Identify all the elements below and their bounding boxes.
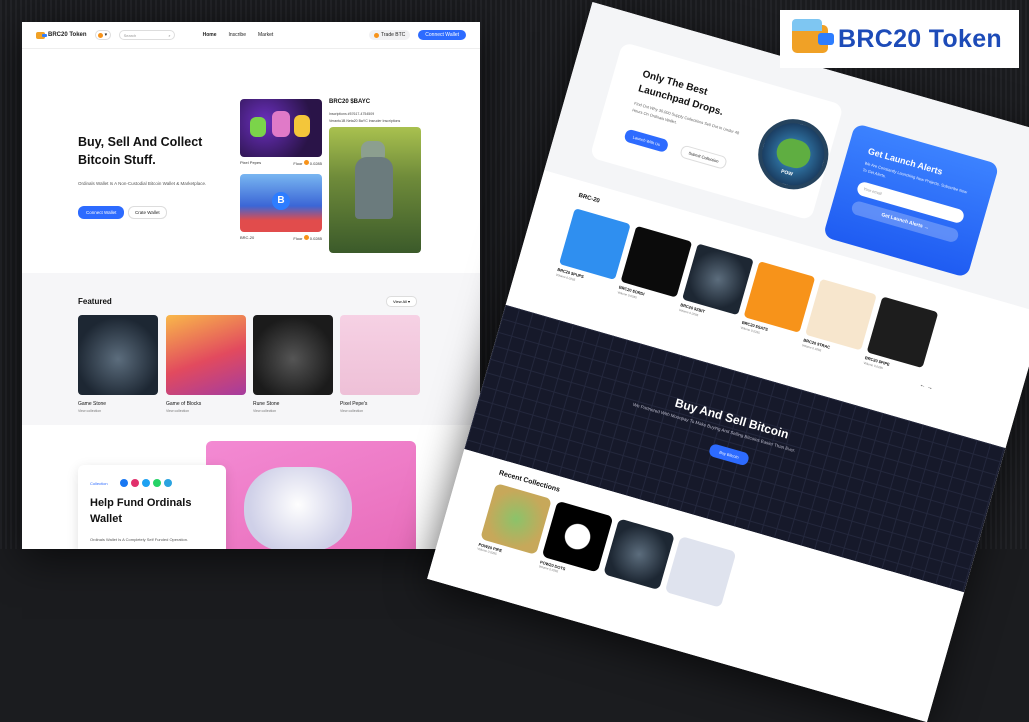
brc20-title: BRC-20 bbox=[577, 192, 601, 205]
featured-card[interactable]: Rune Stone View collection bbox=[253, 315, 333, 413]
arrow-right-icon: → bbox=[923, 224, 930, 232]
brc20-tile[interactable]: BRC20 $ORDI Volume 0.0285 bbox=[617, 225, 693, 310]
left-mockup-page: BRC20 Token ▾ Search ⌕ Home Inscribe Mark… bbox=[22, 22, 480, 549]
launch-alerts-card: Get Launch Alerts We Are Constantly Laun… bbox=[822, 123, 1000, 278]
search-icon: ⌕ bbox=[168, 32, 171, 38]
fund-title: Help Fund Ordinals Wallet bbox=[90, 497, 192, 525]
card-image bbox=[78, 315, 158, 395]
brc20-tile[interactable]: BRC20 $PIPE Volume 0.0285 bbox=[863, 296, 939, 380]
coin-label: POW bbox=[780, 168, 794, 178]
featured-card[interactable]: Game of Blocks View collection bbox=[166, 315, 246, 413]
card-sub[interactable]: View collection bbox=[78, 409, 158, 413]
facebook-icon[interactable] bbox=[120, 479, 128, 487]
card-title: Pixel Pepe's bbox=[340, 401, 368, 407]
nft-image-pixel-pepes[interactable] bbox=[240, 99, 322, 157]
featured-card[interactable]: Game Stone View collection bbox=[78, 315, 158, 413]
fund-text: Ordinals Wallet Is A Completely Self Fun… bbox=[90, 537, 189, 542]
card-title: Rune Stone bbox=[253, 401, 280, 407]
view-all-button[interactable]: View All ▾ bbox=[386, 296, 418, 307]
nft-caption: Pixel Pepes Floor 0.0285 bbox=[240, 160, 322, 166]
arrow-left-icon: ← bbox=[918, 382, 927, 390]
connect-wallet-button[interactable]: Connect Wallet bbox=[418, 30, 466, 40]
card-sub[interactable]: View collection bbox=[340, 409, 420, 413]
social-icons bbox=[120, 479, 172, 487]
card-title: Game of Blocks bbox=[166, 401, 202, 407]
big-nft-title: BRC20 $BAYC bbox=[329, 99, 371, 105]
card-title: Game Stone bbox=[78, 401, 107, 407]
card-image bbox=[166, 315, 246, 395]
nav-logo[interactable]: BRC20 Token bbox=[36, 31, 87, 39]
telegram-icon[interactable] bbox=[164, 479, 172, 487]
search-input[interactable]: Search ⌕ bbox=[118, 30, 175, 40]
nav-link-home[interactable]: Home bbox=[203, 32, 217, 38]
brand-title: BRC20 Token bbox=[838, 24, 1002, 53]
nav-link-market[interactable]: Market bbox=[258, 32, 273, 38]
featured-title: Featured bbox=[78, 297, 112, 306]
instagram-icon[interactable] bbox=[131, 479, 139, 487]
tile-image bbox=[664, 536, 737, 608]
recent-tile[interactable] bbox=[664, 536, 737, 608]
nft-image-bayc[interactable] bbox=[329, 127, 421, 253]
twitter-icon[interactable] bbox=[142, 479, 150, 487]
card-image bbox=[340, 315, 420, 395]
chevron-down-icon: ▾ bbox=[104, 32, 108, 38]
btc-icon bbox=[374, 32, 380, 38]
nft-caption: BRC-20 Floor 0.0285 bbox=[240, 235, 322, 241]
recent-tile[interactable]: POW20 PIPE Volume 0.0285 bbox=[477, 483, 552, 566]
wallet-icon bbox=[36, 31, 47, 39]
recent-tile[interactable]: POW20 DOTS Volume 0.0285 bbox=[538, 500, 614, 584]
hero-title: Buy, Sell And Collect Bitcoin Stuff. bbox=[78, 135, 203, 167]
featured-card[interactable]: Pixel Pepe's View collection bbox=[340, 315, 420, 413]
nft-price: 0.0285 bbox=[309, 161, 322, 166]
trade-btc-button[interactable]: Trade BTC bbox=[369, 30, 411, 40]
coin-selector[interactable]: ▾ bbox=[94, 30, 111, 40]
top-nav: BRC20 Token ▾ Search ⌕ Home Inscribe Mark… bbox=[22, 22, 480, 49]
nav-logo-text: BRC20 Token bbox=[48, 32, 87, 38]
fund-section: Collection Help Fund Ordinals Wallet Ord… bbox=[22, 427, 480, 549]
hero-section: Buy, Sell And Collect Bitcoin Stuff. Ord… bbox=[22, 49, 480, 273]
btc-icon bbox=[97, 32, 103, 38]
pow-coin-image: POW bbox=[750, 110, 837, 198]
nav-link-inscribe[interactable]: Inscribe bbox=[228, 32, 246, 38]
nft-name: Pixel Pepes bbox=[240, 160, 262, 165]
nft-name: BRC-20 bbox=[240, 235, 255, 240]
submit-collection-button[interactable]: Submit Collection bbox=[679, 144, 729, 170]
buy-bitcoin-button[interactable]: Buy Bitcoin bbox=[707, 442, 751, 467]
carousel-arrows[interactable]: ← → bbox=[919, 382, 934, 392]
fund-card: Collection Help Fund Ordinals Wallet Ord… bbox=[78, 465, 226, 549]
search-placeholder: Search bbox=[123, 32, 137, 38]
btc-icon bbox=[303, 235, 309, 240]
nft-image-brc20[interactable]: B bbox=[240, 174, 322, 232]
floor-label: Floor bbox=[293, 161, 303, 166]
featured-section: Featured View All ▾ Game Stone View coll… bbox=[22, 273, 480, 425]
collection-tag: Collection bbox=[90, 481, 108, 486]
brc20-tile[interactable]: BRC20 $SATS Volume 0.0285 bbox=[740, 261, 816, 345]
brc20-tile[interactable]: BRC20 $TRAC Volume 0.0285 bbox=[801, 278, 877, 363]
card-image bbox=[253, 315, 333, 395]
tile-image bbox=[603, 518, 675, 591]
bitcoin-icon: B bbox=[272, 192, 290, 210]
floor-label: Floor bbox=[293, 236, 303, 241]
recent-tile[interactable] bbox=[603, 518, 675, 591]
arrow-right-icon: → bbox=[926, 384, 934, 392]
btc-icon bbox=[303, 160, 309, 165]
whatsapp-icon[interactable] bbox=[153, 479, 161, 487]
hero-connect-button[interactable]: Connect Wallet bbox=[78, 206, 125, 219]
card-sub[interactable]: View collection bbox=[166, 409, 246, 413]
trade-btc-label: Trade BTC bbox=[381, 32, 406, 38]
hero-create-wallet-button[interactable]: Crate Wallet bbox=[128, 206, 167, 219]
brc20-tile[interactable]: BRC20 $ZBIT Volume 0.0285 bbox=[678, 243, 754, 327]
big-nft-sub: Inscriptions #57617-4754509 Verantu1B Net… bbox=[329, 112, 401, 123]
card-sub[interactable]: View collection bbox=[253, 409, 333, 413]
nft-price: 0.0285 bbox=[309, 236, 322, 241]
launch-with-us-button[interactable]: Launch With Us bbox=[623, 128, 670, 154]
wallet-icon bbox=[792, 19, 834, 53]
hero-subtitle: Ordinals Wallet Is A Non-Custodial Bitco… bbox=[78, 181, 207, 186]
fund-toy-image bbox=[244, 467, 352, 549]
brand-badge: BRC20 Token bbox=[780, 10, 1019, 68]
brc20-tile[interactable]: BRC20 $PUPS Volume 0.0285 bbox=[555, 208, 631, 292]
